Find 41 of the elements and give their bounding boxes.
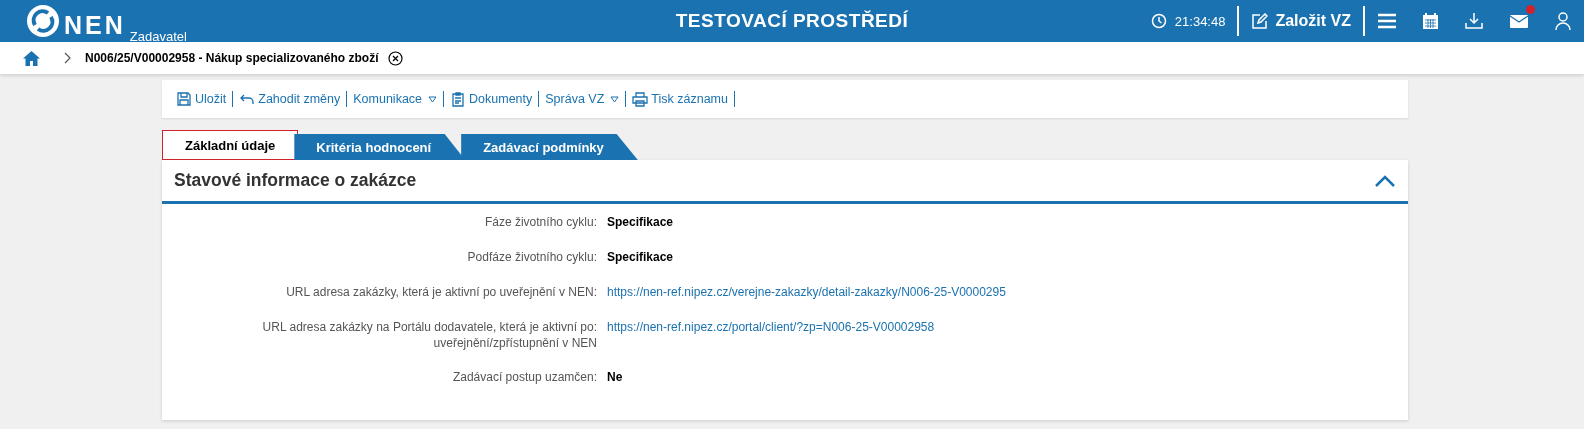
clock-time: 21:34:48: [1174, 13, 1226, 29]
field-label: Podfáze životního cyklu:: [466, 249, 597, 265]
field-label: URL adresa zakázky, která je aktivní po uveřejnění v NEN:: [285, 284, 597, 300]
dropdown-icon: [610, 95, 620, 103]
toolbar-button[interactable]: Uložit: [170, 91, 233, 107]
calendar-icon[interactable]: [1422, 12, 1439, 30]
toolbar-button[interactable]: Zahodit změny: [233, 91, 347, 107]
collapse-button[interactable]: [1374, 173, 1396, 188]
tab[interactable]: Zadávací podmínky: [461, 134, 638, 160]
field-value: Specifikace: [607, 249, 675, 265]
dropdown-icon: [428, 95, 438, 103]
environment-title: TESTOVACÍ PROSTŘEDÍ: [675, 10, 909, 31]
save-icon: [176, 91, 192, 107]
download-icon[interactable]: [1465, 12, 1483, 30]
toolbar-button[interactable]: Správa VZ: [539, 92, 626, 106]
user-icon[interactable]: [1555, 12, 1571, 30]
clipboard-icon: [450, 91, 467, 107]
breadcrumb-item[interactable]: N006/25/V00002958 - Nákup specializovaného zboží: [85, 51, 379, 65]
create-button[interactable]: Založit VZ: [1239, 12, 1363, 30]
field-label: Fáze životního cyklu:: [483, 214, 597, 230]
close-icon[interactable]: [388, 50, 404, 66]
panel-title: Stavové informace o zakázce: [174, 170, 417, 191]
chevron-right-icon: [64, 52, 71, 64]
logo-text: NEN: [64, 12, 126, 38]
field-label: Zadávací postup uzamčen:: [451, 369, 597, 385]
printer-icon: [632, 91, 649, 107]
home-icon[interactable]: [23, 50, 40, 66]
tab[interactable]: Základní údaje: [162, 130, 299, 160]
field-label: URL adresa zakázky na Portálu dodavatele, která je aktivní po: uveřejnění/zpřístupnění v NEN: [261, 319, 597, 351]
field-value: Specifikace: [607, 214, 675, 230]
logo-icon: [26, 4, 60, 38]
menu-icon[interactable]: [1378, 13, 1396, 29]
clock-icon: [1150, 13, 1167, 29]
url-link[interactable]: https://nen-ref.nipez.cz/verejne-zakazky/detail-zakazky/N006-25-V0000295: [607, 284, 1006, 300]
edit-icon: [1251, 12, 1269, 30]
logo-subtitle: Zadavatel: [129, 29, 187, 44]
toolbar-button[interactable]: Komunikace: [347, 92, 444, 106]
field-value: Ne: [607, 369, 624, 385]
url-link[interactable]: https://nen-ref.nipez.cz/portal/client/?zp=N006-25-V00002958: [607, 319, 935, 335]
toolbar-button[interactable]: Tisk záznamu: [626, 91, 734, 107]
toolbar-button[interactable]: Dokumenty: [444, 91, 539, 107]
